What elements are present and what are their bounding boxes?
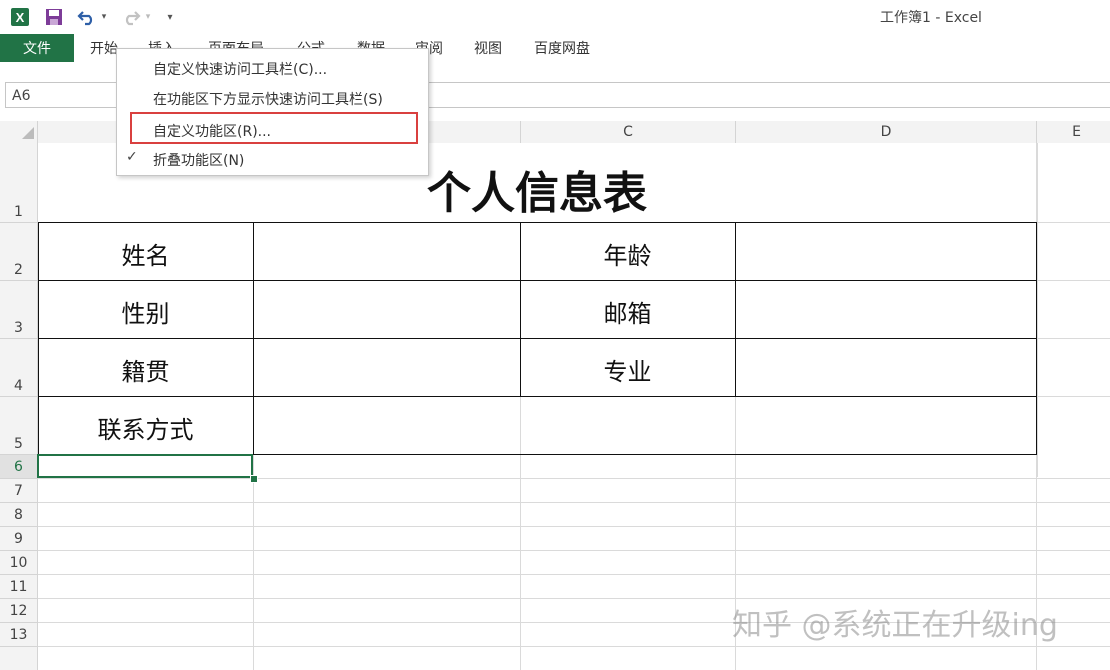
gridline (38, 478, 1110, 479)
customize-qat-button[interactable]: ▾ (162, 6, 178, 28)
menu-customize-qat[interactable]: 自定义快速访问工具栏(C)... (153, 59, 327, 79)
menu-collapse-ribbon[interactable]: 折叠功能区(N) (153, 150, 244, 170)
tab-file[interactable]: 文件 (0, 34, 74, 62)
undo-icon[interactable] (76, 6, 98, 28)
table-border (38, 222, 1037, 223)
select-all-button[interactable] (0, 121, 38, 143)
gridline (1037, 222, 1110, 223)
column-label-e: E (1072, 124, 1081, 140)
row-header[interactable]: 2 (0, 223, 37, 281)
column-e-cells[interactable] (1037, 143, 1110, 477)
row-header[interactable]: 9 (0, 527, 37, 551)
label-age: 年龄 (603, 242, 652, 270)
table-border (38, 396, 1037, 397)
row-header[interactable]: 13 (0, 623, 37, 647)
gridline (1037, 396, 1110, 397)
redo-icon (120, 6, 142, 28)
gridline (38, 574, 1110, 575)
gridline (1037, 338, 1110, 339)
fill-handle[interactable] (250, 475, 258, 483)
label-contact: 联系方式 (97, 416, 194, 444)
row-header[interactable]: 10 (0, 551, 37, 575)
row-header[interactable]: 12 (0, 599, 37, 623)
row-header[interactable]: 3 (0, 281, 37, 339)
row-header-column: 1 2 3 4 5 6 7 8 9 10 11 12 13 (0, 143, 38, 670)
checkmark-icon: ✓ (126, 149, 138, 165)
label-hometown: 籍贯 (121, 358, 170, 386)
gridline (38, 646, 1110, 647)
window-title: 工作簿1 - Excel (880, 10, 982, 26)
menu-show-qat-below-ribbon[interactable]: 在功能区下方显示快速访问工具栏(S) (153, 89, 383, 109)
tab-home[interactable]: 开始 (90, 38, 118, 58)
excel-logo-icon: X (8, 6, 32, 28)
table-border (253, 222, 254, 455)
row-header[interactable]: 5 (0, 397, 37, 455)
column-label-c: C (623, 124, 633, 140)
gridline (38, 598, 1110, 599)
row-header[interactable]: 11 (0, 575, 37, 599)
gridline (38, 502, 1110, 503)
label-major: 专业 (603, 358, 652, 386)
label-gender: 性别 (121, 300, 170, 328)
row-header[interactable]: 7 (0, 479, 37, 503)
gridline (38, 526, 1110, 527)
column-header-e[interactable]: E (1037, 121, 1110, 143)
svg-text:X: X (16, 10, 25, 25)
table-border (735, 222, 736, 397)
watermark: 知乎 @系统正在升级ing (732, 608, 1058, 643)
column-label-d: D (880, 124, 892, 140)
select-all-triangle-icon (22, 127, 34, 139)
tab-view[interactable]: 视图 (474, 38, 502, 58)
table-border (38, 338, 1037, 339)
qat-context-menu: 自定义快速访问工具栏(C)... 在功能区下方显示快速访问工具栏(S) 自定义功… (116, 48, 429, 176)
name-box[interactable]: A6 (5, 82, 125, 108)
table-border (38, 280, 1037, 281)
column-header-d[interactable]: D (736, 121, 1037, 143)
row-header[interactable]: 4 (0, 339, 37, 397)
row-header-selected[interactable]: 6 (0, 455, 37, 479)
table-border (1036, 222, 1037, 455)
label-name: 姓名 (121, 242, 170, 270)
save-icon[interactable] (42, 6, 66, 28)
tab-baidu-netdisk[interactable]: 百度网盘 (534, 38, 590, 58)
row-header[interactable]: 1 (0, 143, 37, 223)
label-email: 邮箱 (603, 300, 652, 328)
gridline (1037, 280, 1110, 281)
selected-cell-a6[interactable] (37, 454, 253, 478)
gridline (38, 550, 1110, 551)
menu-customize-ribbon[interactable]: 自定义功能区(R)... (153, 121, 271, 141)
row-header[interactable]: 8 (0, 503, 37, 527)
column-header-c[interactable]: C (521, 121, 736, 143)
undo-dropdown-icon[interactable]: ▾ (98, 6, 110, 28)
worksheet-grid[interactable]: 个人信息表 姓名 年龄 性别 邮箱 籍贯 专业 联系方式 (37, 143, 1110, 670)
title-bar: X ▾ ▾ ▾ 工作簿1 - Excel (0, 0, 1110, 34)
redo-dropdown-icon: ▾ (145, 12, 151, 22)
